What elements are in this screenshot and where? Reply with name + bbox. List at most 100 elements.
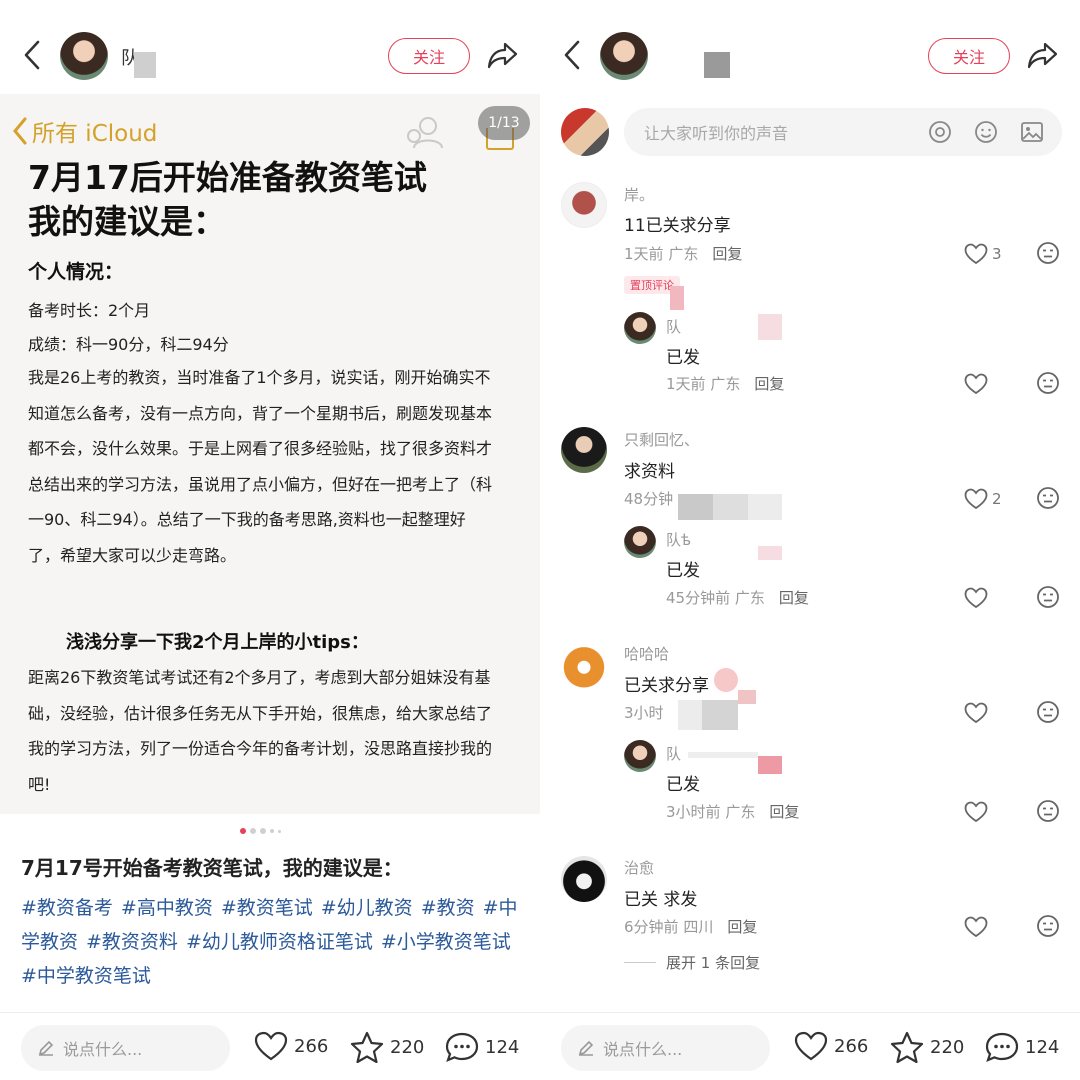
icloud-back: 所有 iCloud <box>12 114 157 148</box>
carousel-dot <box>260 828 266 834</box>
favorite-button[interactable]: 220 <box>890 1031 964 1063</box>
comment-location: 广东 <box>725 803 756 821</box>
comment-time: 3小时前 <box>666 803 721 821</box>
comment-meta: 45分钟前 广东 回复 <box>666 587 809 608</box>
hashtag[interactable]: #教资 <box>421 897 475 919</box>
dislike-face-icon[interactable] <box>1036 371 1060 395</box>
note-paragraph-1: 我是26上考的教资，当时准备了1个多月，说实话，刚开始确实不知道怎么备考，没有一… <box>28 368 493 565</box>
comment-time: 48分钟 <box>624 490 674 508</box>
comment-like[interactable]: 2 <box>964 488 1002 510</box>
dislike-face-icon[interactable] <box>1036 799 1060 823</box>
dislike-face-icon[interactable] <box>1036 585 1060 609</box>
reply-link[interactable]: 回复 <box>779 589 809 607</box>
comment-avatar[interactable] <box>624 526 656 558</box>
heart-icon <box>964 587 988 609</box>
comment-avatar[interactable] <box>561 182 607 228</box>
hashtag[interactable]: #幼儿教师资格证笔试 <box>186 931 373 953</box>
comment-author[interactable]: 队 <box>666 743 681 764</box>
share-icon[interactable] <box>486 38 520 72</box>
like-button[interactable]: 266 <box>254 1031 328 1061</box>
heart-icon <box>964 801 988 823</box>
comment-author[interactable]: 岸。 <box>624 184 654 205</box>
comment-author[interactable]: 队ѣ <box>666 529 691 550</box>
hashtag[interactable]: #教资笔试 <box>221 897 313 919</box>
dislike-face-icon[interactable] <box>1036 914 1060 938</box>
hashtag-list: #教资备考 #高中教资 #教资笔试 #幼儿教资 #教资 #中学教资 #教资资料 #幼儿教师资格… <box>21 891 525 993</box>
author-name[interactable]: 队 <box>661 44 679 70</box>
comment-count: 124 <box>485 1036 520 1058</box>
share-icon[interactable] <box>1026 38 1060 72</box>
hashtag[interactable]: #小学教资笔试 <box>381 931 511 953</box>
person-icon <box>407 117 443 149</box>
score-line: 成绩：科一90分，科二94分 <box>28 335 229 354</box>
dislike-face-icon[interactable] <box>1036 700 1060 724</box>
carousel-dot <box>240 828 246 834</box>
comment-time: 45分钟前 <box>666 589 731 607</box>
hashtag[interactable]: #中学教资笔试 <box>21 965 151 987</box>
comment-bubble-icon <box>445 1032 479 1062</box>
comment-avatar[interactable] <box>561 856 607 902</box>
comment-avatar[interactable] <box>624 312 656 344</box>
note-image[interactable]: 所有 iCloud 1/13 7月17后开始准备教资笔试 我的建议是： 个人情况… <box>0 94 540 814</box>
comment-author[interactable]: 哈哈哈 <box>624 643 669 664</box>
comment-input[interactable]: 说点什么... <box>561 1025 770 1071</box>
comment-input[interactable]: 说点什么... <box>21 1025 230 1071</box>
like-button[interactable]: 266 <box>794 1031 868 1061</box>
emoji-icon[interactable] <box>974 120 998 144</box>
heart-icon <box>964 243 988 265</box>
compose-placeholder: 让大家听到你的声音 <box>644 124 789 143</box>
comment-text: 已关求分享 <box>624 676 709 696</box>
duration-line: 备考时长：2个月 <box>28 301 151 320</box>
dislike-face-icon[interactable] <box>1036 241 1060 265</box>
blurred-name-mosaic <box>134 52 156 78</box>
comment-like[interactable]: 3 <box>964 243 1002 265</box>
comment-author[interactable]: 治愈 <box>624 857 654 878</box>
comment-input-placeholder: 说点什么... <box>603 1040 683 1059</box>
favorite-button[interactable]: 220 <box>350 1031 424 1063</box>
follow-button[interactable]: 关注 <box>928 38 1010 74</box>
follow-button[interactable]: 关注 <box>388 38 470 74</box>
carousel-dot <box>250 828 256 834</box>
comment-meta: 3小时 <box>624 702 664 723</box>
hashtag[interactable]: #幼儿教资 <box>321 897 413 919</box>
reply-link[interactable]: 回复 <box>727 918 757 936</box>
back-arrow-icon[interactable] <box>22 38 44 72</box>
comment-button[interactable]: 124 <box>445 1031 519 1063</box>
comment-like[interactable] <box>964 373 992 395</box>
hashtag[interactable]: #高中教资 <box>121 897 213 919</box>
image-icon[interactable] <box>1020 120 1044 144</box>
comment-like[interactable] <box>964 587 992 609</box>
reply-link[interactable]: 回复 <box>712 245 742 263</box>
author-avatar[interactable] <box>60 32 108 80</box>
blurred-mosaic <box>758 756 782 774</box>
dislike-face-icon[interactable] <box>1036 486 1060 510</box>
comment-meta: 3小时前 广东 回复 <box>666 801 799 822</box>
icloud-back-label: 所有 iCloud <box>32 121 158 147</box>
author-avatar[interactable] <box>600 32 648 80</box>
hashtag[interactable]: #教资资料 <box>86 931 178 953</box>
comment-like[interactable] <box>964 702 992 724</box>
note-paragraph-2: 距离26下教资笔试考试还有2个多月了，考虑到大部分姐妹没有基础，没经验，估计很多… <box>28 668 493 794</box>
expand-divider <box>624 962 656 963</box>
comment-author[interactable]: 只剩回忆、 <box>624 429 699 450</box>
comment-location: 广东 <box>668 245 699 263</box>
comment-button[interactable]: 124 <box>985 1031 1059 1063</box>
carousel-dot <box>278 829 281 833</box>
blurred-mosaic <box>688 752 758 758</box>
comment-like[interactable] <box>964 801 992 823</box>
comment-compose-input[interactable]: 让大家听到你的声音 <box>624 108 1062 156</box>
comment-avatar[interactable] <box>561 427 607 473</box>
section-heading: 个人情况： <box>28 261 124 283</box>
expand-replies[interactable]: 展开 1 条回复 <box>624 952 760 973</box>
comment-author[interactable]: 队 <box>666 316 681 337</box>
heart-icon <box>964 373 988 395</box>
back-arrow-icon[interactable] <box>562 38 584 72</box>
comment-avatar[interactable] <box>561 642 607 688</box>
hashtag[interactable]: #教资备考 <box>21 897 113 919</box>
sticker-emoji <box>714 668 738 692</box>
comment-like[interactable] <box>964 916 992 938</box>
mention-icon[interactable] <box>928 120 952 144</box>
reply-link[interactable]: 回复 <box>769 803 799 821</box>
reply-link[interactable]: 回复 <box>754 375 784 393</box>
comment-avatar[interactable] <box>624 740 656 772</box>
